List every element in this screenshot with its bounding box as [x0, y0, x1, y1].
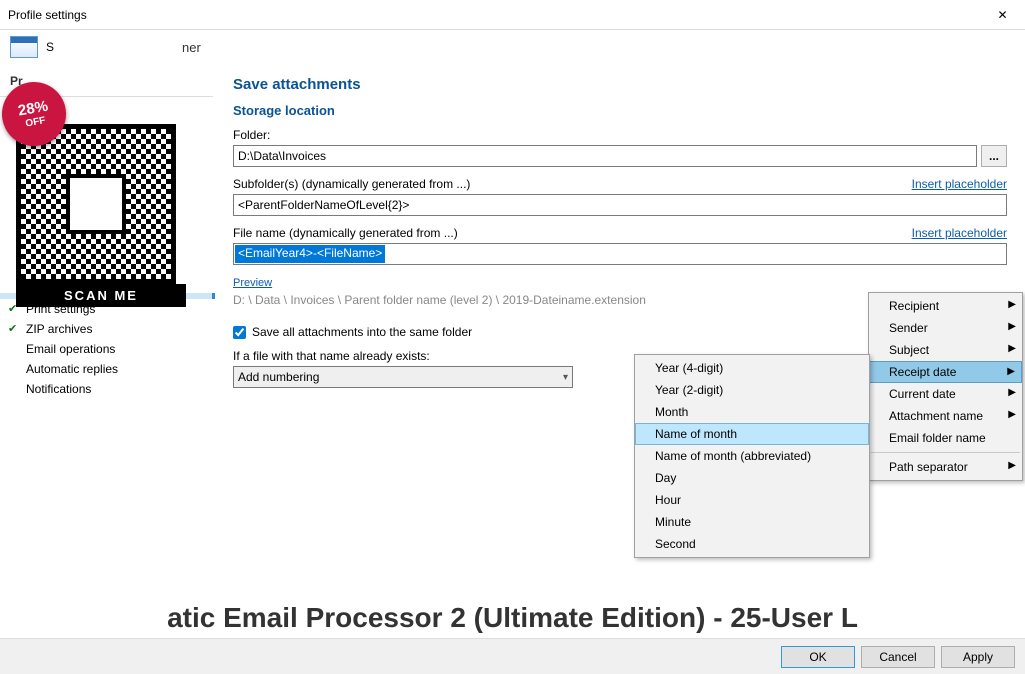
ok-button[interactable]: OK: [781, 646, 855, 668]
filename-field: File name (dynamically generated from ..…: [233, 226, 1007, 265]
menu-recipient[interactable]: Recipient▶: [869, 295, 1022, 317]
submenu-year4[interactable]: Year (4-digit): [635, 357, 869, 379]
folder-input[interactable]: [233, 145, 977, 167]
titlebar: Profile settings ✕: [0, 0, 1025, 30]
filename-input[interactable]: <EmailYear4>-<FileName>: [233, 243, 1007, 265]
header-icon-row: S ner: [0, 30, 1025, 64]
chevron-right-icon: ▶: [1008, 409, 1016, 420]
menu-attachment-name[interactable]: Attachment name▶: [869, 405, 1022, 427]
discount-off: OFF: [25, 115, 47, 129]
receipt-date-submenu: Year (4-digit) Year (2-digit) Month Name…: [634, 354, 870, 558]
subfolder-field: Subfolder(s) (dynamically generated from…: [233, 177, 1007, 216]
folder-field: Folder: ...: [233, 128, 1007, 167]
close-button[interactable]: ✕: [980, 0, 1025, 30]
dialog-buttons: OK Cancel Apply: [0, 638, 1025, 674]
insert-placeholder-link-1[interactable]: Insert placeholder: [912, 177, 1007, 191]
menu-path-separator[interactable]: Path separator▶: [869, 456, 1022, 478]
sidebar-item-auto-replies[interactable]: Automatic replies: [0, 359, 213, 379]
window-title: Profile settings: [8, 8, 87, 22]
folder-label: Folder:: [233, 128, 1007, 142]
sidebar-item-notifications[interactable]: Notifications: [0, 379, 213, 399]
subfolder-input[interactable]: [233, 194, 1007, 216]
promo-overlay: 28% OFF SCAN ME: [16, 90, 196, 307]
same-folder-label: Save all attachments into the same folde…: [252, 325, 472, 339]
preview-link[interactable]: Preview: [233, 277, 272, 289]
insert-placeholder-link-2[interactable]: Insert placeholder: [912, 226, 1007, 240]
placeholder-menu: Recipient▶ Sender▶ Subject▶ Receipt date…: [868, 292, 1023, 481]
submenu-month[interactable]: Month: [635, 401, 869, 423]
submenu-hour[interactable]: Hour: [635, 489, 869, 511]
exists-combo[interactable]: Add numbering ▾: [233, 366, 573, 388]
filename-label: File name (dynamically generated from ..…: [233, 226, 458, 240]
menu-separator: [871, 452, 1020, 453]
submenu-second[interactable]: Second: [635, 533, 869, 555]
chevron-right-icon: ▶: [1008, 299, 1016, 310]
same-folder-checkbox[interactable]: [233, 326, 246, 339]
chevron-down-icon: ▾: [563, 372, 568, 383]
cancel-button[interactable]: Cancel: [861, 646, 935, 668]
chevron-right-icon: ▶: [1007, 366, 1015, 377]
chevron-right-icon: ▶: [1008, 387, 1016, 398]
close-icon: ✕: [997, 8, 1007, 22]
chevron-right-icon: ▶: [1008, 321, 1016, 332]
menu-current-date[interactable]: Current date▶: [869, 383, 1022, 405]
subfolder-label: Subfolder(s) (dynamically generated from…: [233, 177, 470, 191]
sidebar-item-zip[interactable]: ✔ZIP archives: [0, 319, 213, 339]
filename-value: <EmailYear4>-<FileName>: [235, 245, 385, 263]
submenu-minute[interactable]: Minute: [635, 511, 869, 533]
apply-button[interactable]: Apply: [941, 646, 1015, 668]
sidebar-item-email-ops[interactable]: Email operations: [0, 339, 213, 359]
submenu-name-of-month[interactable]: Name of month: [635, 423, 869, 445]
submenu-day[interactable]: Day: [635, 467, 869, 489]
chevron-right-icon: ▶: [1008, 343, 1016, 354]
exists-value: Add numbering: [238, 370, 319, 384]
app-icon: [10, 36, 38, 58]
menu-sender[interactable]: Sender▶: [869, 317, 1022, 339]
menu-email-folder-name[interactable]: Email folder name: [869, 427, 1022, 449]
scan-me-label: SCAN ME: [16, 284, 186, 307]
submenu-year2[interactable]: Year (2-digit): [635, 379, 869, 401]
qr-code: [16, 124, 176, 284]
section-title: Storage location: [233, 103, 1007, 118]
menu-subject[interactable]: Subject▶: [869, 339, 1022, 361]
header-suffix: ner: [182, 40, 201, 55]
menu-receipt-date[interactable]: Receipt date▶: [869, 361, 1022, 383]
chevron-right-icon: ▶: [1008, 460, 1016, 471]
browse-button[interactable]: ...: [981, 145, 1007, 167]
ellipsis-icon: ...: [989, 149, 999, 163]
submenu-name-of-month-abbr[interactable]: Name of month (abbreviated): [635, 445, 869, 467]
overlay-product-title: atic Email Processor 2 (Ultimate Edition…: [0, 602, 1025, 634]
panel-title: Save attachments: [233, 76, 1007, 93]
